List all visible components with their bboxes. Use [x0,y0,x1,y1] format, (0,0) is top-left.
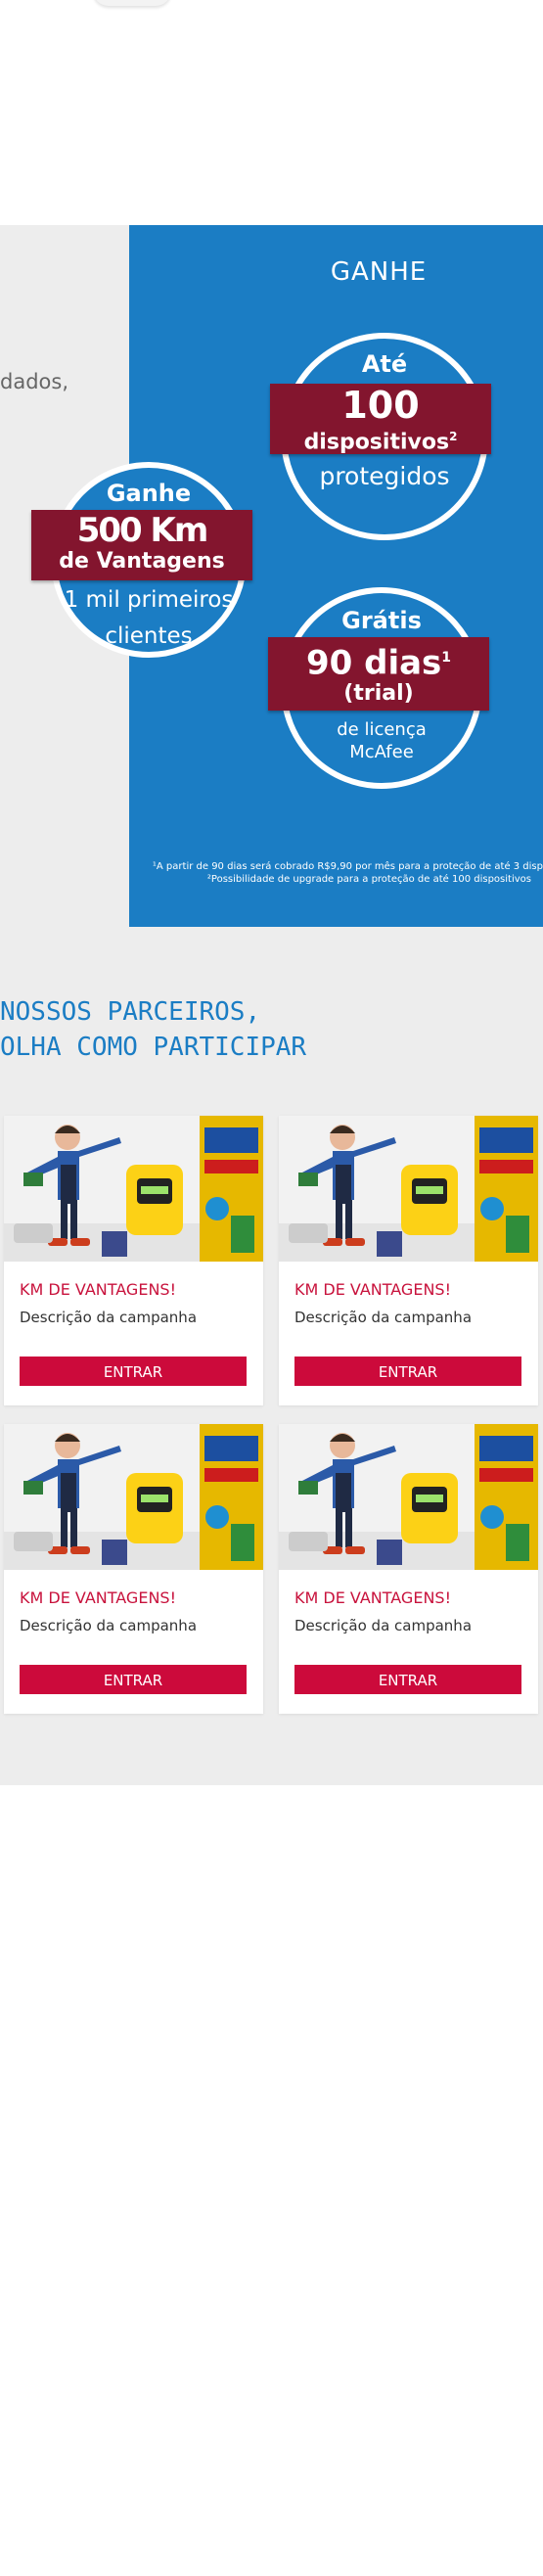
devices-badge-label-wrap: dispositivos2 [270,425,491,454]
km-badge-label: de Vantagens [59,549,225,574]
km-badge-line1: Ganhe [106,480,192,507]
trial-badge-line5: McAfee [349,742,414,762]
trial-badge-trial: (trial) [343,681,414,707]
km-badge-ribbon: 500 Km de Vantagens [31,510,252,580]
campaign-card-image [4,1424,263,1570]
devices-badge-label: dispositivos [303,430,450,455]
devices-badge-ribbon: 100 dispositivos2 [270,384,491,454]
campaign-card-title: KM DE VANTAGENS! [294,1588,451,1607]
campaign-enter-button[interactable]: ENTRAR [294,1665,521,1694]
campaign-card-title: KM DE VANTAGENS! [294,1280,451,1299]
campaign-card-title: KM DE VANTAGENS! [20,1280,176,1299]
campaign-enter-button[interactable]: ENTRAR [20,1357,247,1386]
mascot-illustration [279,1424,538,1570]
mascot-illustration [279,1116,538,1262]
campaign-enter-button[interactable]: ENTRAR [20,1665,247,1694]
trial-badge-ribbon: 90 dias1 (trial) [268,637,489,711]
trial-badge-days: 90 dias [305,643,442,683]
campaign-card: KM DE VANTAGENS! Descrição da campanha E… [279,1116,538,1405]
campaign-card-image [4,1116,263,1262]
promo-side-text: dados, [0,370,68,393]
mascot-illustration [4,1116,263,1262]
devices-badge-line1: Até [361,350,408,378]
km-badge-amount: 500 Km [76,511,209,550]
promo-footnote-1: ¹A partir de 90 dias será cobrado R$9,90… [152,861,543,872]
campaign-card-description: Descrição da campanha [294,1309,473,1326]
promo-blue-title: GANHE [330,257,428,287]
campaign-card-image [279,1116,538,1262]
top-decorative-circle [93,0,171,6]
partners-title-line1: NOSSOS PARCEIROS, [0,997,261,1027]
campaign-card-description: Descrição da campanha [20,1309,198,1326]
campaign-card-image [279,1424,538,1570]
campaign-card-description: Descrição da campanha [20,1617,198,1634]
promo-footnote-2: ²Possibilidade de upgrade para a proteçã… [206,874,531,885]
km-badge-line4: 1 mil primeiros [64,587,234,613]
trial-badge-days-wrap: 90 dias1 [268,639,489,681]
campaign-card: KM DE VANTAGENS! Descrição da campanha E… [279,1424,538,1714]
devices-badge-sup: 2 [449,430,458,443]
devices-badge-number: 100 [341,384,420,427]
mascot-illustration [4,1424,263,1570]
campaign-enter-button[interactable]: ENTRAR [294,1357,521,1386]
campaign-card: KM DE VANTAGENS! Descrição da campanha E… [4,1116,263,1405]
devices-badge-line4: protegidos [319,462,450,490]
partners-title-line2: OLHA COMO PARTICIPAR [0,1033,307,1062]
km-badge-line5: clientes [105,623,193,649]
campaign-card-title: KM DE VANTAGENS! [20,1588,176,1607]
partners-title: NOSSOS PARCEIROS, OLHA COMO PARTICIPAR [0,994,306,1065]
trial-badge-line4: de licença [337,719,427,740]
trial-badge-sup: 1 [441,650,452,666]
trial-badge-line1: Grátis [341,607,422,634]
campaign-card-description: Descrição da campanha [294,1617,473,1634]
campaign-card: KM DE VANTAGENS! Descrição da campanha E… [4,1424,263,1714]
